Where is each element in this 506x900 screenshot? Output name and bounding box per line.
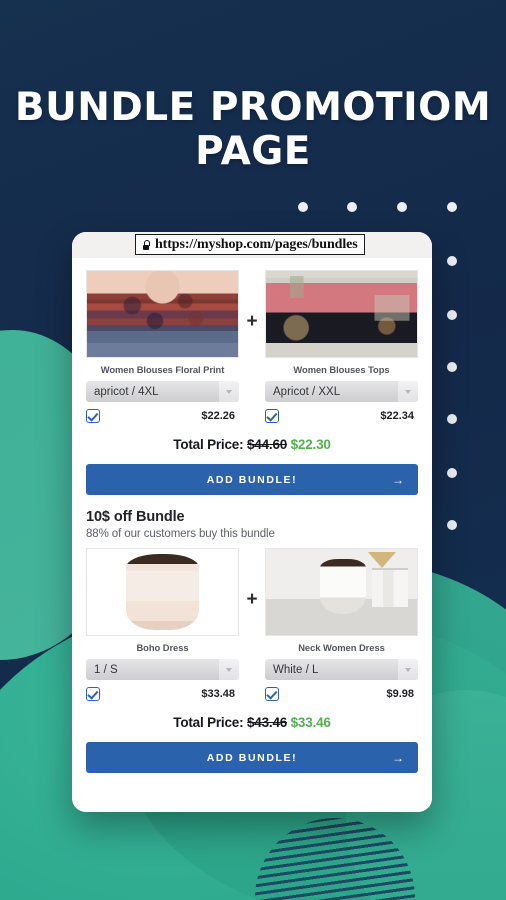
- page-content: Women Blouses Floral Print + Women Blous…: [72, 258, 432, 812]
- product-image-women-blouses-tops[interactable]: [265, 270, 418, 358]
- decorative-dot: [447, 362, 457, 372]
- decorative-dot: [447, 414, 457, 424]
- bundle-2-selection-row: $33.48 $9.98: [86, 687, 418, 701]
- bundle-2-product-row: Boho Dress + Neck Women Dress: [86, 548, 418, 653]
- product-name: Boho Dress: [136, 642, 189, 653]
- decorative-dot: [298, 202, 308, 212]
- decorative-dot: [447, 468, 457, 478]
- bundle-2-product-1[interactable]: Boho Dress: [86, 548, 239, 653]
- variant-select-bundle1-product2[interactable]: Apricot / XXL: [265, 381, 418, 402]
- browser-window: https://myshop.com/pages/bundles Women B…: [72, 232, 432, 812]
- total-price-label: Total Price:: [173, 715, 244, 730]
- add-bundle-label: ADD BUNDLE!: [206, 473, 298, 486]
- plus-icon: +: [246, 588, 258, 610]
- total-price-original: $43.46: [246, 715, 288, 730]
- total-price-label: Total Price:: [173, 437, 244, 452]
- add-bundle-button-1[interactable]: ADD BUNDLE! →: [86, 464, 418, 495]
- product-price: $22.34: [380, 410, 414, 422]
- bundle-1-product-1[interactable]: Women Blouses Floral Print: [86, 270, 239, 375]
- variant-select-bundle2-product2[interactable]: White / L: [265, 659, 418, 680]
- bundle-2-header: 10$ off Bundle 88% of our customers buy …: [86, 509, 418, 540]
- decorative-dot: [447, 202, 457, 212]
- bundle-card-2: 10$ off Bundle 88% of our customers buy …: [86, 495, 418, 773]
- bundle-1-product-2[interactable]: Women Blouses Tops: [265, 270, 418, 375]
- chevron-down-icon[interactable]: [398, 381, 418, 402]
- product-image-boho-dress[interactable]: [86, 548, 239, 636]
- add-bundle-label: ADD BUNDLE!: [206, 751, 298, 764]
- product-price: $22.26: [201, 410, 235, 422]
- decorative-dot: [397, 202, 407, 212]
- chevron-down-icon[interactable]: [219, 659, 239, 680]
- include-checkbox-bundle2-product1[interactable]: [86, 687, 100, 701]
- variant-select-value: Apricot / XXL: [273, 385, 341, 398]
- include-checkbox-bundle1-product2[interactable]: [265, 409, 279, 423]
- bundle-2-product-2[interactable]: Neck Women Dress: [265, 548, 418, 653]
- bundle-1-selection-row: $22.26 $22.34: [86, 409, 418, 423]
- page-title-line-1: BUNDLE PROMOTIOM: [14, 85, 492, 130]
- product-price: $33.48: [201, 688, 235, 700]
- decorative-dot: [347, 202, 357, 212]
- decorative-dot: [447, 256, 457, 266]
- variant-select-bundle2-product1[interactable]: 1 / S: [86, 659, 239, 680]
- bundle-2-total-price: Total Price: $43.46 $33.46: [86, 715, 418, 730]
- total-price-discounted: $22.30: [290, 437, 331, 452]
- lock-icon: [142, 239, 150, 250]
- address-bar-url: https://myshop.com/pages/bundles: [155, 236, 358, 252]
- decorative-dot: [447, 310, 457, 320]
- product-name: Women Blouses Tops: [293, 364, 390, 375]
- browser-chrome-bar: https://myshop.com/pages/bundles: [72, 232, 432, 258]
- product-image-neck-women-dress[interactable]: [265, 548, 418, 636]
- variant-select-bundle1-product1[interactable]: apricot / 4XL: [86, 381, 239, 402]
- variant-select-value: White / L: [273, 663, 319, 676]
- bundle-1-total-price: Total Price: $44.60 $22.30: [86, 437, 418, 452]
- product-image-women-blouses-floral-print[interactable]: [86, 270, 239, 358]
- chevron-down-icon[interactable]: [219, 381, 239, 402]
- arrow-right-icon: →: [392, 750, 404, 765]
- bundle-2-variant-row: 1 / S White / L: [86, 659, 418, 680]
- page-title: BUNDLE PROMOTIOM PAGE: [0, 86, 506, 174]
- include-checkbox-bundle2-product2[interactable]: [265, 687, 279, 701]
- bundle-1-product-row: Women Blouses Floral Print + Women Blous…: [86, 270, 418, 375]
- bundle-1-variant-row: apricot / 4XL Apricot / XXL: [86, 381, 418, 402]
- product-name: Neck Women Dress: [298, 642, 385, 653]
- plus-icon: +: [246, 310, 258, 332]
- total-price-discounted: $33.46: [290, 715, 331, 730]
- product-name: Women Blouses Floral Print: [100, 364, 225, 375]
- variant-select-value: apricot / 4XL: [94, 385, 159, 398]
- address-bar[interactable]: https://myshop.com/pages/bundles: [135, 234, 365, 255]
- bundle-card-1: Women Blouses Floral Print + Women Blous…: [86, 258, 418, 495]
- arrow-right-icon: →: [392, 472, 404, 487]
- chevron-down-icon[interactable]: [398, 659, 418, 680]
- variant-select-value: 1 / S: [94, 663, 118, 676]
- product-price: $9.98: [386, 688, 414, 700]
- add-bundle-button-2[interactable]: ADD BUNDLE! →: [86, 742, 418, 773]
- include-checkbox-bundle1-product1[interactable]: [86, 409, 100, 423]
- bundle-2-subtitle: 88% of our customers buy this bundle: [86, 528, 275, 540]
- bundle-2-title: 10$ off Bundle: [86, 509, 185, 525]
- total-price-original: $44.60: [246, 437, 288, 452]
- page-title-line-2: PAGE: [195, 129, 311, 174]
- decorative-dot: [447, 520, 457, 530]
